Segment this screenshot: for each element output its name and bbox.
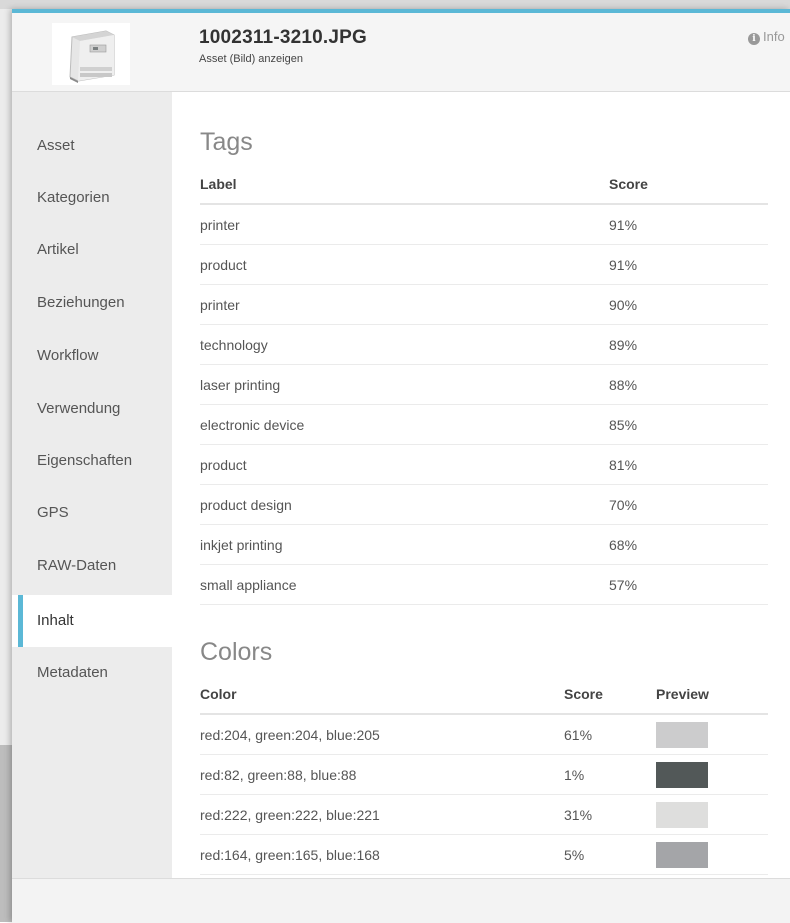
table-row: product 81%: [200, 444, 768, 485]
table-row: technology 89%: [200, 324, 768, 365]
color-swatch: [656, 721, 708, 748]
panel-footer: [12, 878, 790, 923]
asset-subtitle: Asset (Bild) anzeigen: [199, 53, 303, 65]
table-row: product 91%: [200, 244, 768, 285]
tag-label: product: [200, 444, 609, 485]
color-value: red:82, green:88, blue:88: [200, 754, 564, 795]
table-header-row: Color Score Preview: [200, 675, 768, 715]
tag-score: 85%: [609, 404, 768, 445]
tag-label: inkjet printing: [200, 524, 609, 565]
sidebar-item-raw-daten[interactable]: RAW-Daten: [12, 540, 172, 592]
backdrop: [0, 0, 790, 9]
backdrop-left-lower: [0, 745, 12, 922]
sidebar-item-beziehungen[interactable]: Beziehungen: [12, 277, 172, 329]
sidebar-item-inhalt[interactable]: Inhalt: [12, 595, 172, 647]
info-link[interactable]: i Info: [748, 29, 785, 45]
tags-heading: Tags: [200, 128, 253, 156]
tag-score: 89%: [609, 324, 768, 365]
color-swatch: [656, 841, 708, 868]
table-row: laser printing 88%: [200, 364, 768, 405]
column-header-color: Color: [200, 675, 564, 715]
table-row: printer 90%: [200, 284, 768, 325]
table-row: red:164, green:165, blue:168 5%: [200, 834, 768, 875]
colors-heading: Colors: [200, 638, 273, 666]
table-row: red:204, green:204, blue:205 61%: [200, 714, 768, 755]
tag-label: printer: [200, 204, 609, 245]
sidebar-nav: Asset Kategorien Artikel Beziehungen Wor…: [12, 92, 172, 878]
column-header-preview: Preview: [656, 675, 768, 715]
content-area: Tags Label Score printer 91% product 91% p…: [172, 92, 790, 878]
tag-score: 91%: [609, 204, 768, 245]
tag-label: electronic device: [200, 404, 609, 445]
asset-panel: 1002311-3210.JPG Asset (Bild) anzeigen i…: [12, 9, 790, 923]
tag-score: 70%: [609, 484, 768, 525]
tag-label: printer: [200, 284, 609, 325]
tag-score: 57%: [609, 564, 768, 605]
color-score: 61%: [564, 714, 656, 755]
tag-score: 91%: [609, 244, 768, 285]
sidebar-item-kategorien[interactable]: Kategorien: [12, 172, 172, 224]
tag-label: laser printing: [200, 364, 609, 405]
sidebar-item-workflow[interactable]: Workflow: [12, 330, 172, 382]
tag-score: 81%: [609, 444, 768, 485]
tag-label: product design: [200, 484, 609, 525]
table-row: printer 91%: [200, 204, 768, 245]
tags-table: Label Score printer 91% product 91% printe…: [200, 165, 768, 605]
sidebar-item-verwendung[interactable]: Verwendung: [12, 383, 172, 435]
sidebar-item-eigenschaften[interactable]: Eigenschaften: [12, 435, 172, 487]
table-row: electronic device 85%: [200, 404, 768, 445]
sidebar-item-asset[interactable]: Asset: [12, 120, 172, 172]
info-icon: i: [748, 33, 760, 45]
color-swatch: [656, 801, 708, 828]
colors-table: Color Score Preview red:204, green:204, …: [200, 675, 768, 875]
tag-score: 88%: [609, 364, 768, 405]
table-row: product design 70%: [200, 484, 768, 525]
table-row: small appliance 57%: [200, 564, 768, 605]
table-row: inkjet printing 68%: [200, 524, 768, 565]
tag-score: 90%: [609, 284, 768, 325]
color-value: red:164, green:165, blue:168: [200, 834, 564, 875]
column-header-label: Label: [200, 165, 609, 205]
tag-score: 68%: [609, 524, 768, 565]
panel-header: 1002311-3210.JPG Asset (Bild) anzeigen i…: [12, 13, 790, 92]
color-score: 31%: [564, 794, 656, 835]
color-score: 1%: [564, 754, 656, 795]
column-header-score: Score: [609, 165, 768, 205]
info-label: Info: [763, 29, 785, 44]
column-header-score: Score: [564, 675, 656, 715]
asset-title: 1002311-3210.JPG: [199, 27, 368, 48]
sidebar-item-artikel[interactable]: Artikel: [12, 224, 172, 276]
table-header-row: Label Score: [200, 165, 768, 205]
color-score: 5%: [564, 834, 656, 875]
tag-label: product: [200, 244, 609, 285]
sidebar-item-gps[interactable]: GPS: [12, 487, 172, 539]
asset-thumbnail[interactable]: [52, 23, 130, 85]
sidebar-item-metadaten[interactable]: Metadaten: [12, 647, 172, 699]
color-swatch: [656, 761, 708, 788]
table-row: red:222, green:222, blue:221 31%: [200, 794, 768, 835]
table-row: red:82, green:88, blue:88 1%: [200, 754, 768, 795]
tag-label: small appliance: [200, 564, 609, 605]
color-value: red:204, green:204, blue:205: [200, 714, 564, 755]
printer-image: [52, 23, 130, 85]
tag-label: technology: [200, 324, 609, 365]
color-value: red:222, green:222, blue:221: [200, 794, 564, 835]
